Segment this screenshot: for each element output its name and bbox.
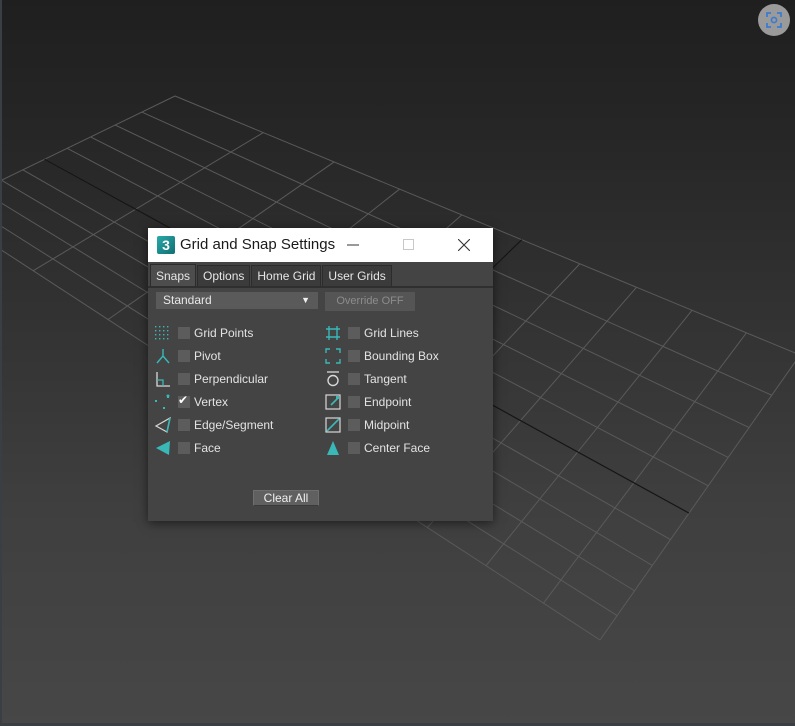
dialog-titlebar[interactable]: 3 Grid and Snap Settings <box>148 228 493 262</box>
grid-line <box>543 332 747 604</box>
dialog-tabs: Snaps Options Home Grid User Grids <box>150 264 393 287</box>
snap-grid-lines[interactable]: Grid Lines <box>324 323 419 343</box>
snap-type-dropdown[interactable]: Standard ▼ <box>156 292 318 309</box>
maximize-button[interactable] <box>386 228 432 262</box>
grid-points-checkbox[interactable] <box>178 327 190 339</box>
face-checkbox[interactable] <box>178 442 190 454</box>
snap-vertex[interactable]: ✔ Vertex <box>154 392 228 412</box>
snap-pivot[interactable]: Pivot <box>154 346 221 366</box>
midpoint-checkbox[interactable] <box>348 419 360 431</box>
endpoint-icon <box>324 393 342 411</box>
dropdown-arrow-icon: ▼ <box>301 295 310 305</box>
3dsmax-app-icon: 3 <box>157 236 175 254</box>
grid-line <box>0 95 176 182</box>
grid-and-snap-settings-dialog: 3 Grid and Snap Settings Snaps Options H… <box>148 228 493 521</box>
vertex-label: Vertex <box>194 395 229 409</box>
edge-segment-checkbox[interactable] <box>178 419 190 431</box>
snap-bounding-box[interactable]: Bounding Box <box>324 346 439 366</box>
close-button[interactable] <box>441 228 487 262</box>
snap-endpoint[interactable]: Endpoint <box>324 392 411 412</box>
pivot-icon <box>154 347 172 365</box>
viewport-focus-icon <box>766 12 782 28</box>
pivot-checkbox[interactable] <box>178 350 190 362</box>
pivot-label: Pivot <box>194 349 221 363</box>
snap-grid-points[interactable]: Grid Points <box>154 323 253 343</box>
edge-segment-icon <box>154 416 172 434</box>
vertex-checkbox[interactable]: ✔ <box>178 393 190 408</box>
perpendicular-label: Perpendicular <box>194 372 269 386</box>
bounding-box-checkbox[interactable] <box>348 350 360 362</box>
tab-home-grid[interactable]: Home Grid <box>251 265 322 286</box>
snap-type-value: Standard <box>163 293 212 307</box>
grid-points-icon <box>154 324 172 342</box>
grid-lines-label: Grid Lines <box>364 326 419 340</box>
endpoint-checkbox[interactable] <box>348 396 360 408</box>
minimize-button[interactable] <box>330 228 376 262</box>
bounding-box-icon <box>324 347 342 365</box>
face-icon <box>154 439 172 457</box>
tab-user-grids[interactable]: User Grids <box>322 265 392 286</box>
face-label: Face <box>194 441 221 455</box>
grid-points-label: Grid Points <box>194 326 254 340</box>
snap-tangent[interactable]: Tangent <box>324 369 407 389</box>
grid-lines-icon <box>324 324 342 342</box>
clear-all-button[interactable]: Clear All <box>253 490 319 506</box>
close-icon <box>458 239 470 251</box>
tab-divider <box>148 286 493 288</box>
minimize-icon <box>347 244 359 246</box>
snap-edge-segment[interactable]: Edge/Segment <box>154 415 273 435</box>
snap-face[interactable]: Face <box>154 438 221 458</box>
tab-snaps[interactable]: Snaps <box>150 264 197 287</box>
checkmark-icon: ✔ <box>178 393 189 407</box>
perpendicular-checkbox[interactable] <box>178 373 190 385</box>
vertex-icon <box>154 393 172 411</box>
maximize-icon <box>403 239 414 250</box>
tangent-checkbox[interactable] <box>348 373 360 385</box>
override-button[interactable]: Override OFF <box>325 292 415 311</box>
snap-midpoint[interactable]: Midpoint <box>324 415 409 435</box>
viewport-focus-button[interactable] <box>758 4 790 36</box>
tangent-label: Tangent <box>364 372 407 386</box>
perpendicular-icon <box>154 370 172 388</box>
edge-segment-label: Edge/Segment <box>194 418 274 432</box>
center-face-checkbox[interactable] <box>348 442 360 454</box>
endpoint-label: Endpoint <box>364 395 412 409</box>
center-face-icon <box>324 439 342 457</box>
dialog-title: Grid and Snap Settings <box>180 236 336 253</box>
grid-lines-checkbox[interactable] <box>348 327 360 339</box>
snap-perpendicular[interactable]: Perpendicular <box>154 369 268 389</box>
tab-options[interactable]: Options <box>197 265 251 286</box>
viewport-border-left <box>0 0 2 726</box>
center-face-label: Center Face <box>364 441 431 455</box>
bounding-box-label: Bounding Box <box>364 349 439 363</box>
midpoint-label: Midpoint <box>364 418 410 432</box>
grid-line <box>485 309 693 567</box>
tangent-icon <box>324 370 342 388</box>
snap-center-face[interactable]: Center Face <box>324 438 430 458</box>
midpoint-icon <box>324 416 342 434</box>
